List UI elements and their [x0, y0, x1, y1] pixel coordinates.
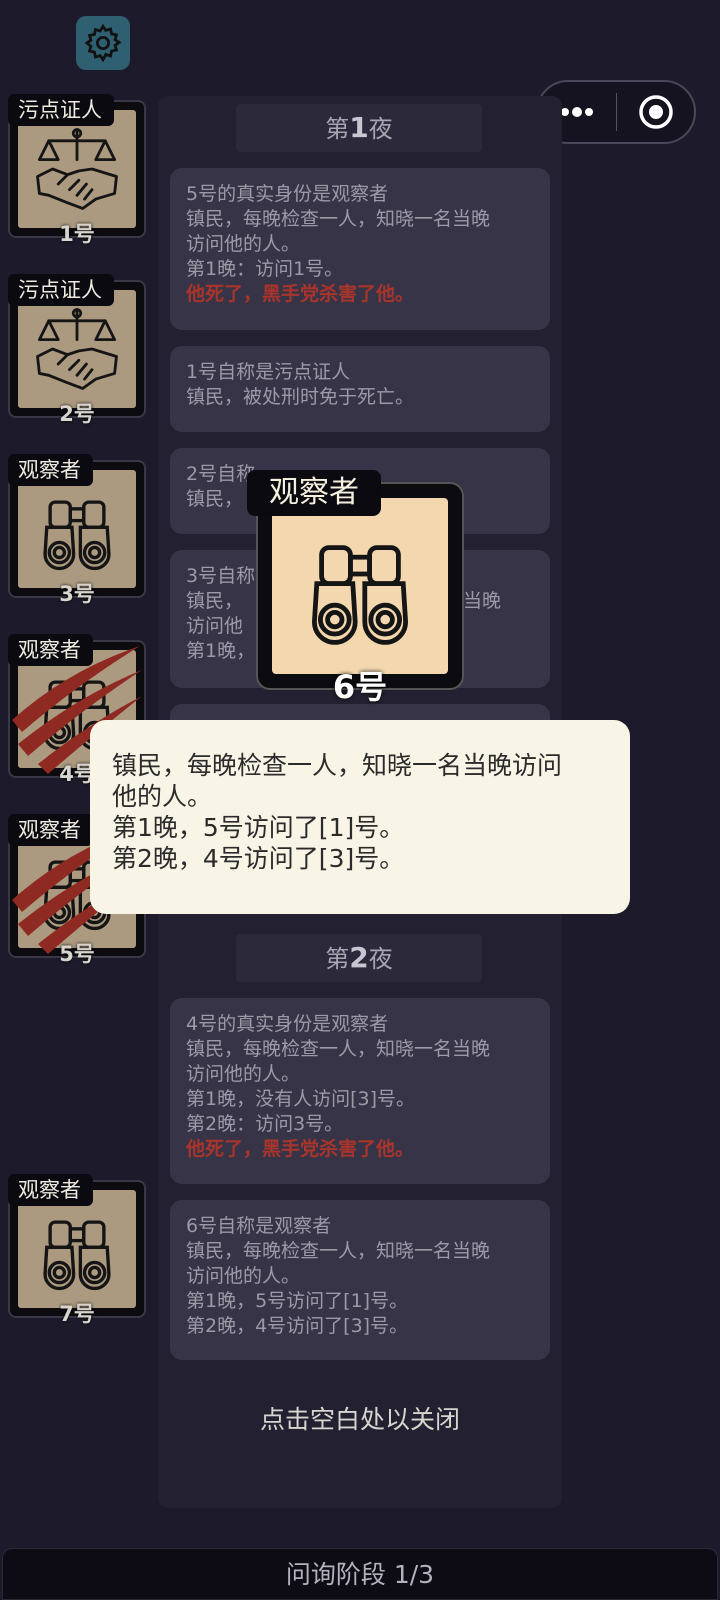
death-notice: 他死了，黑手党杀害了他。 — [186, 1138, 415, 1160]
night-2-header: 第2夜 — [236, 934, 482, 982]
close-miniprogram-button[interactable] — [617, 82, 694, 142]
settings-button[interactable] — [76, 16, 130, 70]
player-card-1[interactable]: 污点证人 1号 — [8, 94, 146, 246]
night-1-header: 第1夜 — [236, 104, 482, 152]
binoculars-icon — [311, 545, 409, 645]
handshake-scales-icon — [36, 128, 118, 210]
role-label: 污点证人 — [8, 94, 114, 126]
player-card-2[interactable]: 污点证人 2号 — [8, 274, 146, 426]
phase-bar: 问询阶段 1/3 — [2, 1548, 718, 1600]
role-description-tooltip: 镇民，每晚检查一人，知晓一名当晚访问 他的人。 第1晚，5号访问了[1]号。 第… — [90, 720, 630, 914]
role-label: 观察者 — [8, 634, 93, 666]
log-entry: 1号自称是污点证人 镇民，被处刑时免于死亡。 — [170, 346, 550, 432]
log-entry: 6号自称是观察者 镇民，每晚检查一人，知晓一名当晚 访问他的人。 第1晚，5号访… — [170, 1200, 550, 1360]
selected-player-number: 6号 — [332, 668, 388, 706]
role-label: 观察者 — [8, 814, 93, 846]
player-card-7[interactable]: 观察者 7号 — [8, 1174, 146, 1326]
more-dots-icon — [561, 107, 593, 117]
role-label: 污点证人 — [8, 274, 114, 306]
role-label: 观察者 — [8, 454, 93, 486]
log-entry: 5号的真实身份是观察者 镇民，每晚检查一人，知晓一名当晚 访问他的人。 第1晚：… — [170, 168, 550, 330]
binoculars-icon — [43, 1220, 111, 1291]
role-label: 观察者 — [8, 1174, 93, 1206]
death-notice: 他死了，黑手党杀害了他。 — [186, 283, 415, 305]
player-number: 7号 — [59, 1302, 95, 1326]
close-hint[interactable]: 点击空白处以关闭 — [158, 1400, 562, 1436]
log-entry: 4号的真实身份是观察者 镇民，每晚检查一人，知晓一名当晚 访问他的人。 第1晚，… — [170, 998, 550, 1184]
player-number: 2号 — [59, 402, 95, 426]
handshake-scales-icon — [36, 308, 118, 390]
player-number: 5号 — [59, 942, 95, 966]
gear-icon — [84, 23, 122, 63]
binoculars-icon — [43, 500, 111, 571]
player-number: 3号 — [59, 582, 95, 606]
player-number: 1号 — [59, 222, 95, 246]
target-icon — [638, 95, 673, 129]
player-card-3[interactable]: 观察者 3号 — [8, 454, 146, 606]
selected-role-label: 观察者 — [247, 470, 381, 516]
